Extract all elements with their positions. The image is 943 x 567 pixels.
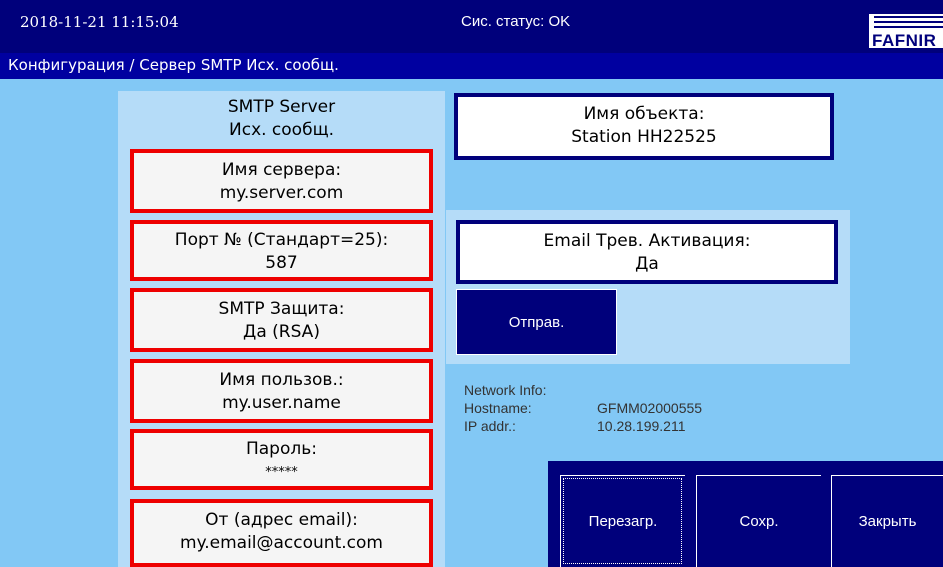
username-field[interactable]: Имя пользов.: my.user.name: [130, 359, 433, 423]
field-value: 587: [265, 253, 298, 273]
object-name-label: Имя объекта:: [583, 104, 705, 124]
field-value: Да (RSA): [243, 322, 320, 342]
field-label: От (адрес email):: [205, 510, 358, 530]
ip-label: IP addr.:: [464, 418, 516, 434]
email-alarm-label: Email Трев. Активация:: [543, 231, 751, 251]
email-alarm-value: Да: [635, 254, 659, 274]
close-button[interactable]: Закрыть: [831, 475, 943, 567]
smtp-security-field[interactable]: SMTP Защита: Да (RSA): [130, 288, 433, 352]
field-label: Пароль:: [245, 439, 317, 459]
datetime: 2018-11-21 11:15:04: [20, 13, 179, 31]
smtp-title-line1: SMTP Server: [227, 97, 336, 117]
breadcrumb: Конфигурация / Сервер SMTP Исх. сообщ.: [0, 53, 943, 79]
email-alarm-box[interactable]: Email Трев. Активация: Да: [456, 220, 838, 284]
object-name-value: Station HH22525: [571, 127, 717, 147]
server-name-field[interactable]: Имя сервера: my.server.com: [130, 149, 433, 213]
port-field[interactable]: Порт № (Стандарт=25): 587: [130, 220, 433, 281]
smtp-title-line2: Исх. сообщ.: [229, 120, 334, 140]
object-name-box[interactable]: Имя объекта: Station HH22525: [454, 93, 834, 160]
reboot-button[interactable]: Перезагр.: [560, 475, 685, 567]
field-value: my.server.com: [219, 183, 344, 203]
password-field[interactable]: Пароль: *****: [130, 429, 433, 490]
field-value: my.user.name: [222, 393, 341, 413]
field-label: Имя пользов.:: [219, 370, 344, 390]
network-info-title: Network Info:: [464, 382, 547, 398]
ip-value: 10.28.199.211: [597, 418, 686, 434]
hostname-label: Hostname:: [464, 400, 532, 416]
system-status: Сис. статус: OK: [461, 13, 571, 30]
network-info: Network Info: Hostname: GFMM02000555 IP a…: [464, 381, 702, 435]
status-bar: 2018-11-21 11:15:04 Сис. статус: OK FAFN…: [0, 0, 943, 53]
logo-text: FAFNIR: [872, 31, 937, 48]
save-button[interactable]: Сохр.: [696, 475, 821, 567]
fafnir-logo: FAFNIR: [869, 14, 943, 48]
smtp-panel-title: SMTP Server Исх. сообщ.: [118, 96, 445, 142]
send-button[interactable]: Отправ.: [456, 289, 617, 355]
field-value: my.email@account.com: [180, 533, 383, 553]
field-label: Имя сервера:: [221, 160, 342, 180]
field-value: *****: [265, 465, 298, 480]
field-label: Порт № (Стандарт=25):: [174, 230, 389, 250]
field-label: SMTP Защита:: [218, 299, 345, 319]
from-email-field[interactable]: От (адрес email): my.email@account.com: [130, 499, 433, 567]
hostname-value: GFMM02000555: [597, 400, 703, 416]
breadcrumb-text: Конфигурация / Сервер SMTP Исх. сообщ.: [8, 56, 339, 74]
